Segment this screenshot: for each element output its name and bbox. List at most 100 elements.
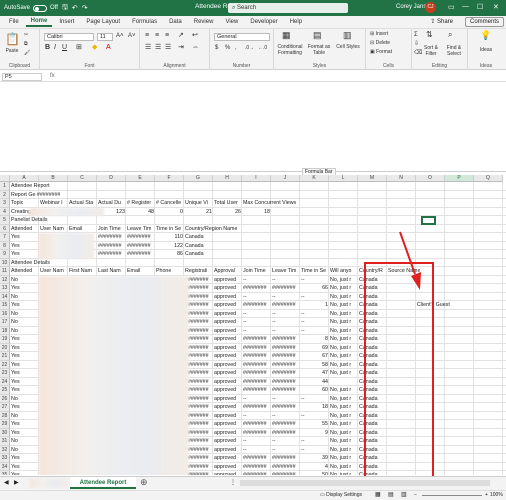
row-header-28[interactable]: 28 bbox=[0, 411, 10, 420]
cell-i28[interactable]: -- bbox=[242, 412, 247, 421]
cell-i3[interactable]: Max Concurrent Views bbox=[242, 199, 296, 208]
cell-h4[interactable]: 26 bbox=[213, 208, 242, 217]
column-header-f[interactable]: F bbox=[155, 175, 184, 182]
cell-i11[interactable]: Join Time bbox=[242, 267, 266, 276]
cell-a16[interactable]: No bbox=[10, 310, 18, 319]
cell-g8[interactable]: Canada bbox=[184, 242, 204, 251]
cell-l29[interactable]: No, just r bbox=[329, 420, 351, 429]
row-header-16[interactable]: 16 bbox=[0, 309, 10, 318]
autosum-icon[interactable]: Σ bbox=[414, 32, 418, 38]
font-name-select[interactable]: Calibri bbox=[44, 33, 94, 41]
font-size-select[interactable]: 11 bbox=[97, 33, 113, 41]
cell-j18[interactable]: -- bbox=[271, 327, 276, 336]
cell-d7[interactable]: ######## bbox=[97, 233, 122, 242]
cell-j14[interactable]: -- bbox=[271, 293, 276, 302]
cell-j29[interactable]: ######## bbox=[271, 420, 296, 429]
row-header-26[interactable]: 26 bbox=[0, 394, 10, 403]
avatar[interactable]: CJ bbox=[425, 2, 436, 13]
cell-h18[interactable]: approved bbox=[213, 327, 236, 336]
cell-l13[interactable]: No, just r bbox=[329, 284, 351, 293]
cell-i31[interactable]: -- bbox=[242, 437, 247, 446]
tab-formulas[interactable]: Formulas bbox=[127, 18, 162, 26]
ideas-icon[interactable]: 💡 bbox=[480, 31, 491, 40]
cell-a17[interactable]: No bbox=[10, 318, 18, 327]
cell-i29[interactable]: ######## bbox=[242, 420, 267, 429]
column-header-p[interactable]: P bbox=[445, 175, 474, 182]
cell-h31[interactable]: approved bbox=[213, 437, 236, 446]
cell-i14[interactable]: -- bbox=[242, 293, 247, 302]
cell-h25[interactable]: approved bbox=[213, 386, 236, 395]
row-header-18[interactable]: 18 bbox=[0, 326, 10, 335]
cell-k18[interactable]: -- bbox=[300, 327, 305, 336]
tab-review[interactable]: Review bbox=[189, 18, 219, 26]
cell-j27[interactable]: ######## bbox=[271, 403, 296, 412]
cell-k17[interactable]: -- bbox=[300, 318, 305, 327]
ideas-button[interactable]: Ideas bbox=[472, 47, 500, 53]
cell-l19[interactable]: No, just r bbox=[329, 335, 351, 344]
cell-h27[interactable]: approved bbox=[213, 403, 236, 412]
autosave[interactable]: AutoSave Off bbox=[4, 4, 58, 12]
align-right-icon[interactable]: ☰ bbox=[165, 44, 171, 51]
tab-help[interactable]: Help bbox=[285, 18, 307, 26]
cell-a23[interactable]: Yes bbox=[10, 369, 20, 378]
cell-a27[interactable]: Yes bbox=[10, 403, 20, 412]
paste-button[interactable]: Paste bbox=[3, 48, 21, 54]
sort-filter-button[interactable]: Sort & Filter bbox=[421, 45, 441, 57]
cell-f9[interactable]: 86 bbox=[155, 250, 184, 259]
column-header-h[interactable]: H bbox=[213, 175, 242, 182]
cell-a21[interactable]: Yes bbox=[10, 352, 20, 361]
add-sheet-icon[interactable]: ⊕ bbox=[140, 477, 148, 488]
cell-j17[interactable]: -- bbox=[271, 318, 276, 327]
cell-i24[interactable]: ######## bbox=[242, 378, 267, 387]
cell-h34[interactable]: approved bbox=[213, 463, 236, 472]
row-header-4[interactable]: 4 bbox=[0, 207, 10, 216]
row-header-3[interactable]: 3 bbox=[0, 199, 10, 208]
insert-cells-button[interactable]: ⊞ Insert bbox=[370, 31, 388, 37]
row-header-17[interactable]: 17 bbox=[0, 318, 10, 327]
row-header-29[interactable]: 29 bbox=[0, 420, 10, 429]
cell-i30[interactable]: ######## bbox=[242, 429, 267, 438]
fill-color-icon[interactable]: ◆ bbox=[92, 44, 97, 51]
bottom-align-icon[interactable]: ≡ bbox=[165, 32, 169, 39]
cell-j21[interactable]: ######## bbox=[271, 352, 296, 361]
cell-l32[interactable]: No, just r bbox=[329, 446, 351, 455]
align-center-icon[interactable]: ☰ bbox=[155, 44, 161, 51]
row-header-10[interactable]: 10 bbox=[0, 258, 10, 267]
cell-c11[interactable]: First Nam bbox=[68, 267, 92, 276]
cell-i33[interactable]: ######## bbox=[242, 454, 267, 463]
cell-l35[interactable]: No, just r bbox=[329, 471, 351, 475]
cell-j35[interactable]: ######## bbox=[271, 471, 296, 475]
cell-k28[interactable]: -- bbox=[300, 412, 305, 421]
row-header-32[interactable]: 32 bbox=[0, 445, 10, 454]
cell-d9[interactable]: ######## bbox=[97, 250, 122, 259]
cell-a18[interactable]: No bbox=[10, 327, 18, 336]
cell-d11[interactable]: Last Nam bbox=[97, 267, 121, 276]
normal-view-icon[interactable]: ▦ bbox=[375, 491, 381, 500]
cell-k32[interactable]: -- bbox=[300, 446, 305, 455]
cell-h21[interactable]: approved bbox=[213, 352, 236, 361]
cell-a33[interactable]: Yes bbox=[10, 454, 20, 463]
selected-cell-p5[interactable] bbox=[421, 216, 436, 225]
comma-icon[interactable]: , bbox=[235, 45, 237, 51]
cell-i13[interactable]: ######## bbox=[242, 284, 267, 293]
row-header-25[interactable]: 25 bbox=[0, 386, 10, 395]
cell-k16[interactable]: -- bbox=[300, 310, 305, 319]
cell-j11[interactable]: Leave Tim bbox=[271, 267, 296, 276]
cell-i34[interactable]: ######## bbox=[242, 463, 267, 472]
borders-icon[interactable]: ⊞ bbox=[76, 44, 82, 51]
cell-k19[interactable]: 8 bbox=[300, 335, 329, 344]
cell-a26[interactable]: No bbox=[10, 395, 18, 404]
find-select-icon[interactable]: ⌕ bbox=[448, 31, 452, 39]
cell-j28[interactable]: -- bbox=[271, 412, 276, 421]
cell-a7[interactable]: Yes bbox=[10, 233, 20, 242]
row-header-34[interactable]: 34 bbox=[0, 462, 10, 471]
cell-l31[interactable]: No, just r bbox=[329, 437, 351, 446]
cell-a35[interactable]: Yes bbox=[10, 471, 20, 475]
cell-k12[interactable]: -- bbox=[300, 276, 305, 285]
comments-button[interactable]: Comments bbox=[464, 17, 504, 27]
cell-h11[interactable]: Approval bbox=[213, 267, 235, 276]
cell-i21[interactable]: ######## bbox=[242, 352, 267, 361]
tab-data[interactable]: Data bbox=[164, 18, 187, 26]
column-header-k[interactable]: K bbox=[300, 175, 329, 182]
cell-i16[interactable]: -- bbox=[242, 310, 247, 319]
